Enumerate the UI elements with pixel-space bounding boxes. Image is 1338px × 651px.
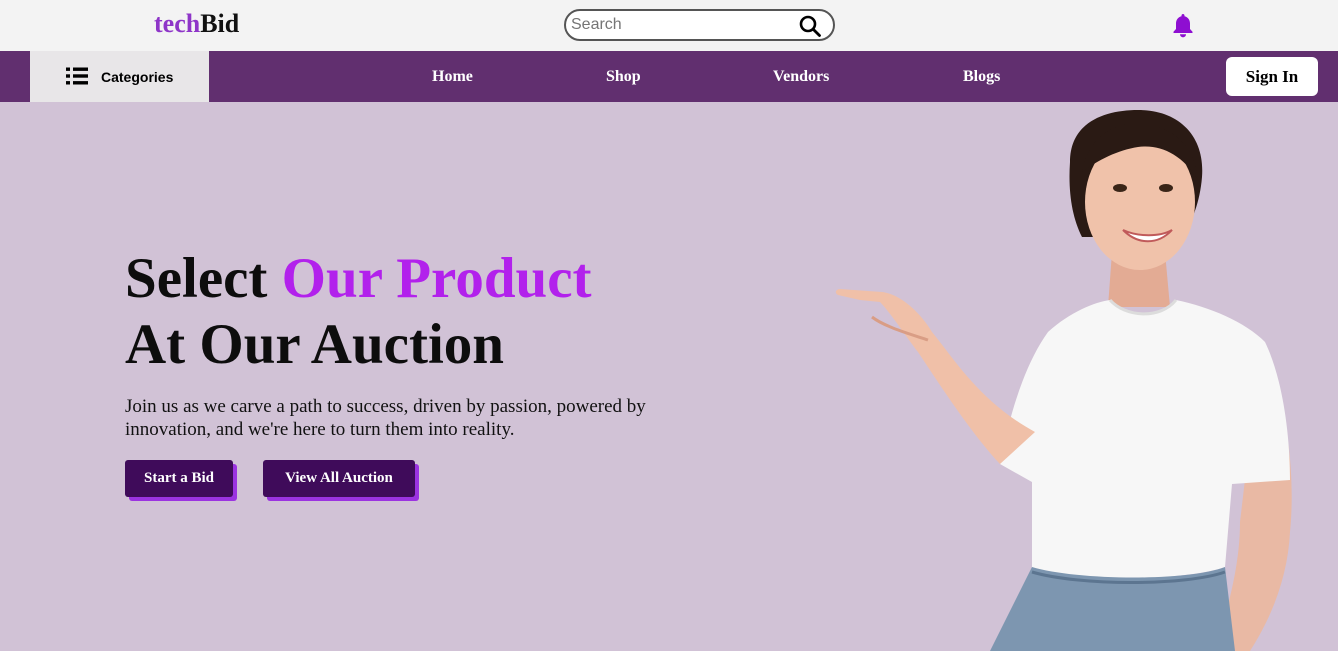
start-bid-button[interactable]: Start a Bid (125, 460, 233, 497)
view-all-auction-button[interactable]: View All Auction (263, 460, 415, 497)
nav-link-home[interactable]: Home (432, 67, 473, 87)
nav-link-vendors[interactable]: Vendors (773, 67, 829, 87)
categories-label: Categories (101, 69, 174, 85)
start-bid-button-wrap: Start a Bid (125, 460, 237, 501)
main-nav: Categories Home Shop Vendors Blogs Sign … (0, 51, 1338, 102)
logo-part-tech: tech (154, 9, 201, 38)
list-icon (66, 67, 88, 85)
nav-link-blogs[interactable]: Blogs (963, 67, 1000, 87)
bell-icon[interactable] (1171, 12, 1195, 38)
headline-word: Select (125, 247, 268, 310)
hero-headline: Select Our Product At Our Auction (125, 246, 592, 378)
search-box (564, 9, 835, 41)
logo[interactable]: techBid (154, 9, 239, 39)
nav-link-shop[interactable]: Shop (606, 67, 641, 87)
hero-description: Join us as we carve a path to success, d… (125, 396, 646, 440)
top-bar: techBid (0, 0, 1338, 51)
headline-line2: At Our Auction (125, 313, 504, 376)
headline-accent: Our Product (281, 247, 592, 310)
search-input[interactable] (571, 14, 791, 36)
view-auction-button-wrap: View All Auction (263, 460, 419, 501)
logo-part-bid: Bid (200, 9, 240, 38)
sign-in-button[interactable]: Sign In (1226, 57, 1318, 96)
hero-model-image (835, 110, 1292, 651)
categories-button[interactable]: Categories (30, 51, 209, 102)
search-icon[interactable] (798, 14, 822, 38)
